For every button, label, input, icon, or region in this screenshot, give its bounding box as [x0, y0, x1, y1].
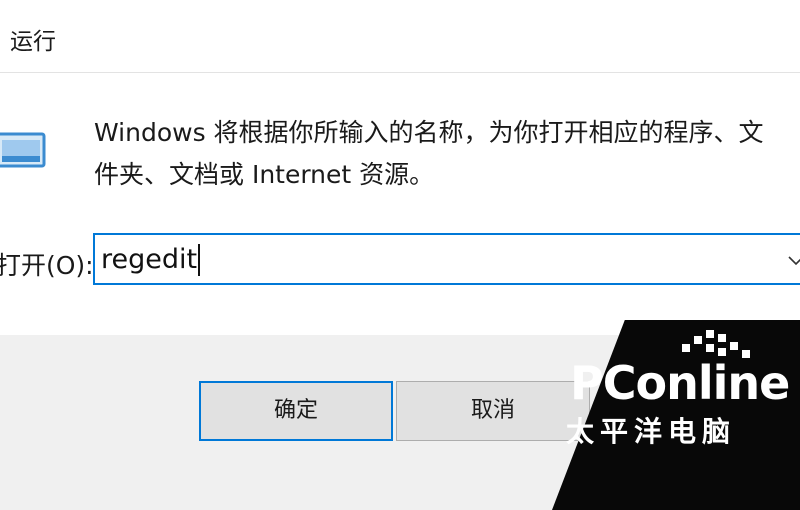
description-line-1: Windows 将根据你所输入的名称，为你打开相应的程序、文 — [94, 118, 764, 147]
watermark-subtitle: 太平洋电脑 — [566, 415, 737, 448]
window-title: 运行 — [10, 29, 56, 55]
dialog-description: Windows 将根据你所输入的名称，为你打开相应的程序、文 件夹、文档或 In… — [94, 112, 800, 196]
open-combobox[interactable] — [93, 233, 800, 285]
cancel-button[interactable]: 取消 — [396, 381, 590, 441]
ok-button[interactable]: 确定 — [199, 381, 393, 441]
text-caret — [198, 244, 200, 276]
title-bar: 运行 — [0, 0, 800, 73]
description-line-2: 件夹、文档或 Internet 资源。 — [94, 160, 435, 189]
run-dialog-icon — [0, 132, 46, 168]
chevron-down-icon[interactable] — [785, 249, 800, 271]
open-input[interactable] — [101, 235, 761, 283]
open-label: 打开(O): — [0, 251, 94, 280]
watermark-brand: PConline — [570, 356, 790, 410]
